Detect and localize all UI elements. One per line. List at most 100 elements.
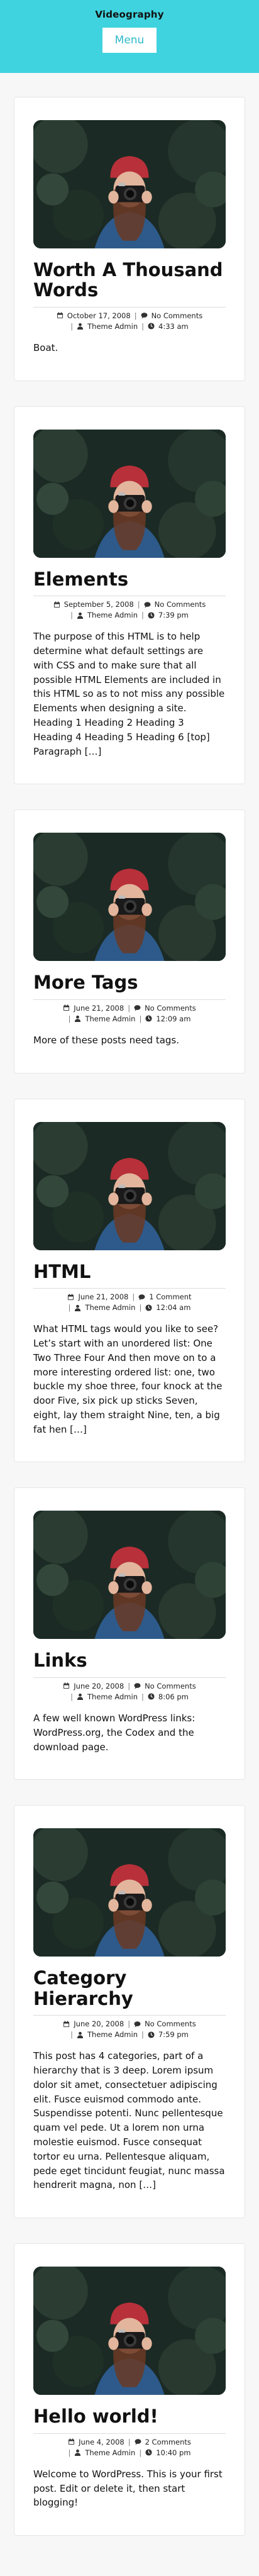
post-meta: June 4, 2008 | 2 Comments | Theme Admin …: [33, 2433, 226, 2457]
meta-separator: |: [68, 2448, 71, 2457]
post-comments-link[interactable]: 2 Comments: [145, 2438, 191, 2446]
meta-separator: |: [68, 1303, 71, 1313]
photographer-image: [33, 1828, 226, 1957]
clock-icon: [145, 1015, 152, 1022]
calendar-icon: [68, 2438, 75, 2445]
post-excerpt: This post has 4 categories, part of a hi…: [33, 2050, 225, 2191]
user-icon: [77, 612, 84, 619]
post-card: Hello world! June 4, 2008 | 2 Comments |…: [14, 2243, 245, 2536]
calendar-icon: [67, 1294, 74, 1301]
comment-icon: [144, 601, 151, 608]
meta-separator: |: [70, 321, 74, 331]
calendar-icon: [53, 601, 60, 608]
post-thumbnail[interactable]: [33, 1511, 226, 1640]
post-meta: June 21, 2008 | 1 Comment | Theme Admin …: [33, 1288, 226, 1312]
post-time: 12:04 am: [156, 1303, 191, 1313]
post-title[interactable]: HTML: [33, 1261, 226, 1282]
post-card: Elements September 5, 2008 | No Comments…: [14, 406, 245, 785]
site-title[interactable]: Videography: [95, 9, 163, 20]
clock-icon: [145, 1304, 152, 1311]
calendar-icon: [63, 1682, 70, 1689]
user-icon: [74, 1015, 81, 1023]
meta-separator: |: [70, 1692, 74, 1701]
photographer-image: [33, 1121, 226, 1250]
meta-separator: |: [70, 611, 74, 620]
post-date[interactable]: June 21, 2008: [74, 1004, 124, 1013]
clock-icon: [148, 1693, 155, 1700]
post-comments-link[interactable]: No Comments: [145, 1004, 196, 1013]
user-icon: [74, 1304, 81, 1311]
meta-separator: |: [128, 1003, 131, 1013]
post-thumbnail[interactable]: [33, 429, 226, 558]
post-date[interactable]: June 20, 2008: [74, 1682, 124, 1690]
post-thumbnail[interactable]: [33, 2267, 226, 2396]
clock-icon: [148, 2031, 155, 2038]
user-icon: [77, 2031, 84, 2038]
post-comments-link[interactable]: No Comments: [152, 311, 203, 320]
clock-icon: [148, 612, 155, 619]
post-title[interactable]: Hello world!: [33, 2406, 226, 2427]
photographer-image: [33, 1511, 226, 1640]
post-card: HTML June 21, 2008 | 1 Comment | Theme A…: [14, 1098, 245, 1463]
photographer-image: [33, 833, 226, 962]
post-thumbnail[interactable]: [33, 833, 226, 962]
post-title[interactable]: Links: [33, 1650, 226, 1671]
post-author[interactable]: Theme Admin: [85, 1303, 135, 1312]
post-date[interactable]: June 4, 2008: [79, 2438, 124, 2446]
post-thumbnail[interactable]: [33, 120, 226, 248]
post-comments-link[interactable]: No Comments: [155, 600, 206, 609]
post-date[interactable]: October 17, 2008: [67, 311, 131, 320]
post-author[interactable]: Theme Admin: [85, 2448, 135, 2457]
post-excerpt: A few well known WordPress links: WordPr…: [33, 1712, 196, 1753]
post-excerpt: The purpose of this HTML is to help dete…: [33, 631, 225, 757]
post-time: 7:59 pm: [158, 2030, 189, 2040]
comment-icon: [141, 312, 148, 319]
post-comments-link[interactable]: No Comments: [145, 2019, 196, 2028]
calendar-icon: [57, 312, 63, 319]
user-icon: [74, 2449, 81, 2457]
meta-separator: |: [134, 311, 137, 320]
post-author[interactable]: Theme Admin: [85, 1014, 135, 1023]
user-icon: [77, 323, 84, 330]
post-thumbnail[interactable]: [33, 1828, 226, 1957]
posts-list: Worth A Thousand Words October 17, 2008 …: [0, 73, 259, 2536]
post-meta: October 17, 2008 | No Comments | Theme A…: [33, 306, 226, 331]
comment-icon: [134, 1682, 141, 1689]
post-title[interactable]: More Tags: [33, 972, 226, 993]
photographer-image: [33, 429, 226, 558]
post-date[interactable]: September 5, 2008: [64, 600, 134, 609]
user-icon: [77, 1693, 84, 1701]
post-comments-link[interactable]: No Comments: [145, 1682, 196, 1690]
comment-icon: [134, 1004, 141, 1011]
post-date[interactable]: June 21, 2008: [78, 1292, 128, 1301]
post-thumbnail[interactable]: [33, 1121, 226, 1250]
post-time: 8:06 pm: [158, 1692, 189, 1701]
meta-separator: |: [141, 2030, 144, 2040]
post-card: Links June 20, 2008 | No Comments | Them…: [14, 1487, 245, 1780]
post-title[interactable]: Elements: [33, 569, 226, 589]
comment-icon: [138, 1294, 145, 1301]
post-title[interactable]: Category Hierarchy: [33, 1968, 226, 2009]
meta-separator: |: [68, 1014, 71, 1023]
menu-button[interactable]: Menu: [102, 28, 157, 53]
post-date[interactable]: June 20, 2008: [74, 2019, 124, 2028]
calendar-icon: [63, 2021, 70, 2028]
photographer-image: [33, 120, 226, 248]
post-author[interactable]: Theme Admin: [87, 322, 138, 331]
post-meta: September 5, 2008 | No Comments | Theme …: [33, 596, 226, 619]
meta-separator: |: [141, 611, 144, 620]
post-card: Category Hierarchy June 20, 2008 | No Co…: [14, 1805, 245, 2219]
meta-separator: |: [128, 2437, 131, 2446]
post-author[interactable]: Theme Admin: [87, 611, 138, 619]
post-meta: June 20, 2008 | No Comments | Theme Admi…: [33, 2015, 226, 2039]
meta-separator: |: [128, 1681, 131, 1690]
post-comments-link[interactable]: 1 Comment: [149, 1292, 191, 1301]
meta-separator: |: [139, 2448, 142, 2457]
post-author[interactable]: Theme Admin: [87, 1692, 138, 1701]
clock-icon: [145, 2449, 152, 2456]
post-author[interactable]: Theme Admin: [87, 2030, 138, 2039]
meta-separator: |: [141, 321, 144, 331]
post-time: 7:39 pm: [158, 611, 189, 620]
site-header: Videography Menu: [0, 0, 259, 73]
post-title[interactable]: Worth A Thousand Words: [33, 260, 226, 301]
